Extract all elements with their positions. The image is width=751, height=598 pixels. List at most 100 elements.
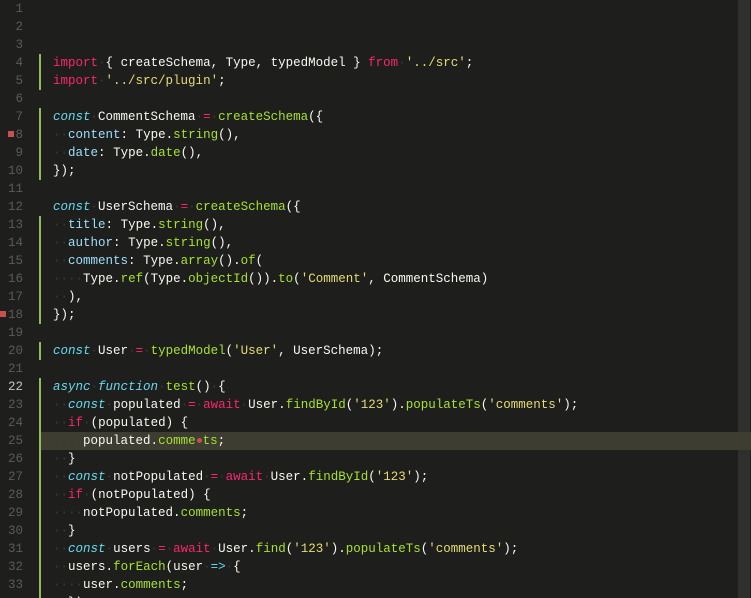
code-line[interactable]: const·User·=·typedModel('User', UserSche… (39, 342, 751, 360)
line-number[interactable]: 27 (0, 468, 27, 486)
token-punc: . (166, 128, 174, 142)
token-punc: ( (226, 344, 234, 358)
token-punc: , (211, 56, 226, 70)
gutter-marker (8, 23, 14, 29)
diff-marker (39, 234, 41, 252)
line-number[interactable]: 2 (0, 18, 27, 36)
line-number[interactable]: 29 (0, 504, 27, 522)
token-fname: typedModel (151, 344, 226, 358)
gutter-marker (0, 545, 6, 551)
line-number[interactable]: 1 (0, 0, 27, 18)
line-number[interactable]: 21 (0, 360, 27, 378)
gutter-marker (8, 59, 14, 65)
token-str: 'comments' (428, 542, 503, 556)
code-line[interactable]: ··if·(notPopulated) { (39, 486, 751, 504)
token-punc: { (233, 560, 241, 574)
token-ws: ·· (53, 488, 68, 502)
code-line[interactable]: ··} (39, 450, 751, 468)
code-line[interactable]: }); (39, 162, 751, 180)
line-number[interactable]: 18 (0, 306, 27, 324)
line-number[interactable]: 5 (0, 72, 27, 90)
code-line[interactable] (39, 180, 751, 198)
token-punc: : (106, 218, 121, 232)
line-number[interactable]: 11 (0, 180, 27, 198)
line-number[interactable]: 28 (0, 486, 27, 504)
code-line[interactable]: }); (39, 306, 751, 324)
token-str: '123' (376, 470, 414, 484)
line-number[interactable]: 24 (0, 414, 27, 432)
line-number[interactable]: 33 (0, 576, 27, 594)
diff-marker (39, 198, 41, 216)
code-line[interactable]: ····notPopulated.comments; (39, 504, 751, 522)
line-number[interactable]: 9 (0, 144, 27, 162)
line-number[interactable]: 32 (0, 558, 27, 576)
code-content[interactable]: import·{ createSchema, Type, typedModel … (35, 0, 751, 598)
code-line[interactable]: ··if·(populated) { (39, 414, 751, 432)
line-number[interactable]: 13 (0, 216, 27, 234)
token-punc: : (121, 128, 136, 142)
line-number[interactable]: 12 (0, 198, 27, 216)
line-number[interactable]: 23 (0, 396, 27, 414)
token-kw2: function (98, 380, 158, 394)
code-line[interactable]: ··title: Type.string(), (39, 216, 751, 234)
line-number[interactable]: 16 (0, 270, 27, 288)
line-number[interactable]: 20 (0, 342, 27, 360)
token-str: 'comments' (488, 398, 563, 412)
line-number[interactable]: 19 (0, 324, 27, 342)
code-line[interactable]: ··const·users·=·await·User.find('123').p… (39, 540, 751, 558)
token-punc: . (151, 218, 159, 232)
token-fname: date (151, 146, 181, 160)
token-fname: objectId (188, 272, 248, 286)
line-number[interactable]: 6 (0, 90, 27, 108)
code-line[interactable] (39, 90, 751, 108)
code-line[interactable]: ··} (39, 522, 751, 540)
code-line[interactable]: import·{ createSchema, Type, typedModel … (39, 54, 751, 72)
token-nm: Type (121, 218, 151, 232)
line-number[interactable]: 14 (0, 234, 27, 252)
token-punc: () (196, 380, 211, 394)
code-line[interactable]: const·CommentSchema·=·createSchema({ (39, 108, 751, 126)
code-line[interactable]: ··const·notPopulated·=·await·User.findBy… (39, 468, 751, 486)
token-kw: await (203, 398, 241, 412)
code-line[interactable]: ··const·populated·=·await·User.findById(… (39, 396, 751, 414)
line-number[interactable]: 10 (0, 162, 27, 180)
code-line[interactable]: ··content: Type.string(), (39, 126, 751, 144)
code-line[interactable]: ····Type.ref(Type.objectId()).to('Commen… (39, 270, 751, 288)
code-line[interactable]: ··date: Type.date(), (39, 144, 751, 162)
token-nm: Type (143, 254, 173, 268)
code-line[interactable]: ··author: Type.string(), (39, 234, 751, 252)
line-number[interactable]: 3 (0, 36, 27, 54)
code-line[interactable]: async·function·test()·{ (39, 378, 751, 396)
token-nm: UserSchema (98, 200, 173, 214)
line-number[interactable]: 26 (0, 450, 27, 468)
line-number[interactable]: 17 (0, 288, 27, 306)
line-number[interactable]: 22 (0, 378, 27, 396)
token-ws: ···· (53, 272, 83, 286)
token-punc: (), (218, 128, 241, 142)
token-ws: · (98, 74, 106, 88)
code-line[interactable]: import·'../src/plugin'; (39, 72, 751, 90)
line-number[interactable]: 7 (0, 108, 27, 126)
line-number[interactable]: 31 (0, 540, 27, 558)
gutter-marker (0, 383, 6, 389)
code-editor[interactable]: 1234567891011121314151617181920212223242… (0, 0, 751, 598)
token-fname: findById (286, 398, 346, 412)
code-line[interactable]: const·UserSchema·=·createSchema({ (39, 198, 751, 216)
code-line[interactable] (39, 324, 751, 342)
line-number[interactable]: 8 (0, 126, 27, 144)
diff-marker (39, 180, 41, 198)
token-kw: import (53, 74, 98, 88)
line-number[interactable]: 15 (0, 252, 27, 270)
code-line[interactable]: ····populated.commets; (39, 432, 751, 450)
code-line[interactable]: ··comments: Type.array().of( (39, 252, 751, 270)
line-number[interactable]: 30 (0, 522, 27, 540)
token-kw2: const (53, 344, 91, 358)
code-line[interactable]: ··}); (39, 594, 751, 598)
code-line[interactable]: ··), (39, 288, 751, 306)
line-number[interactable]: 25 (0, 432, 27, 450)
code-line[interactable]: ····user.comments; (39, 576, 751, 594)
token-ws: ·· (53, 524, 68, 538)
line-number[interactable]: 4 (0, 54, 27, 72)
code-line[interactable] (39, 360, 751, 378)
code-line[interactable]: ··users.forEach(user·=>·{ (39, 558, 751, 576)
